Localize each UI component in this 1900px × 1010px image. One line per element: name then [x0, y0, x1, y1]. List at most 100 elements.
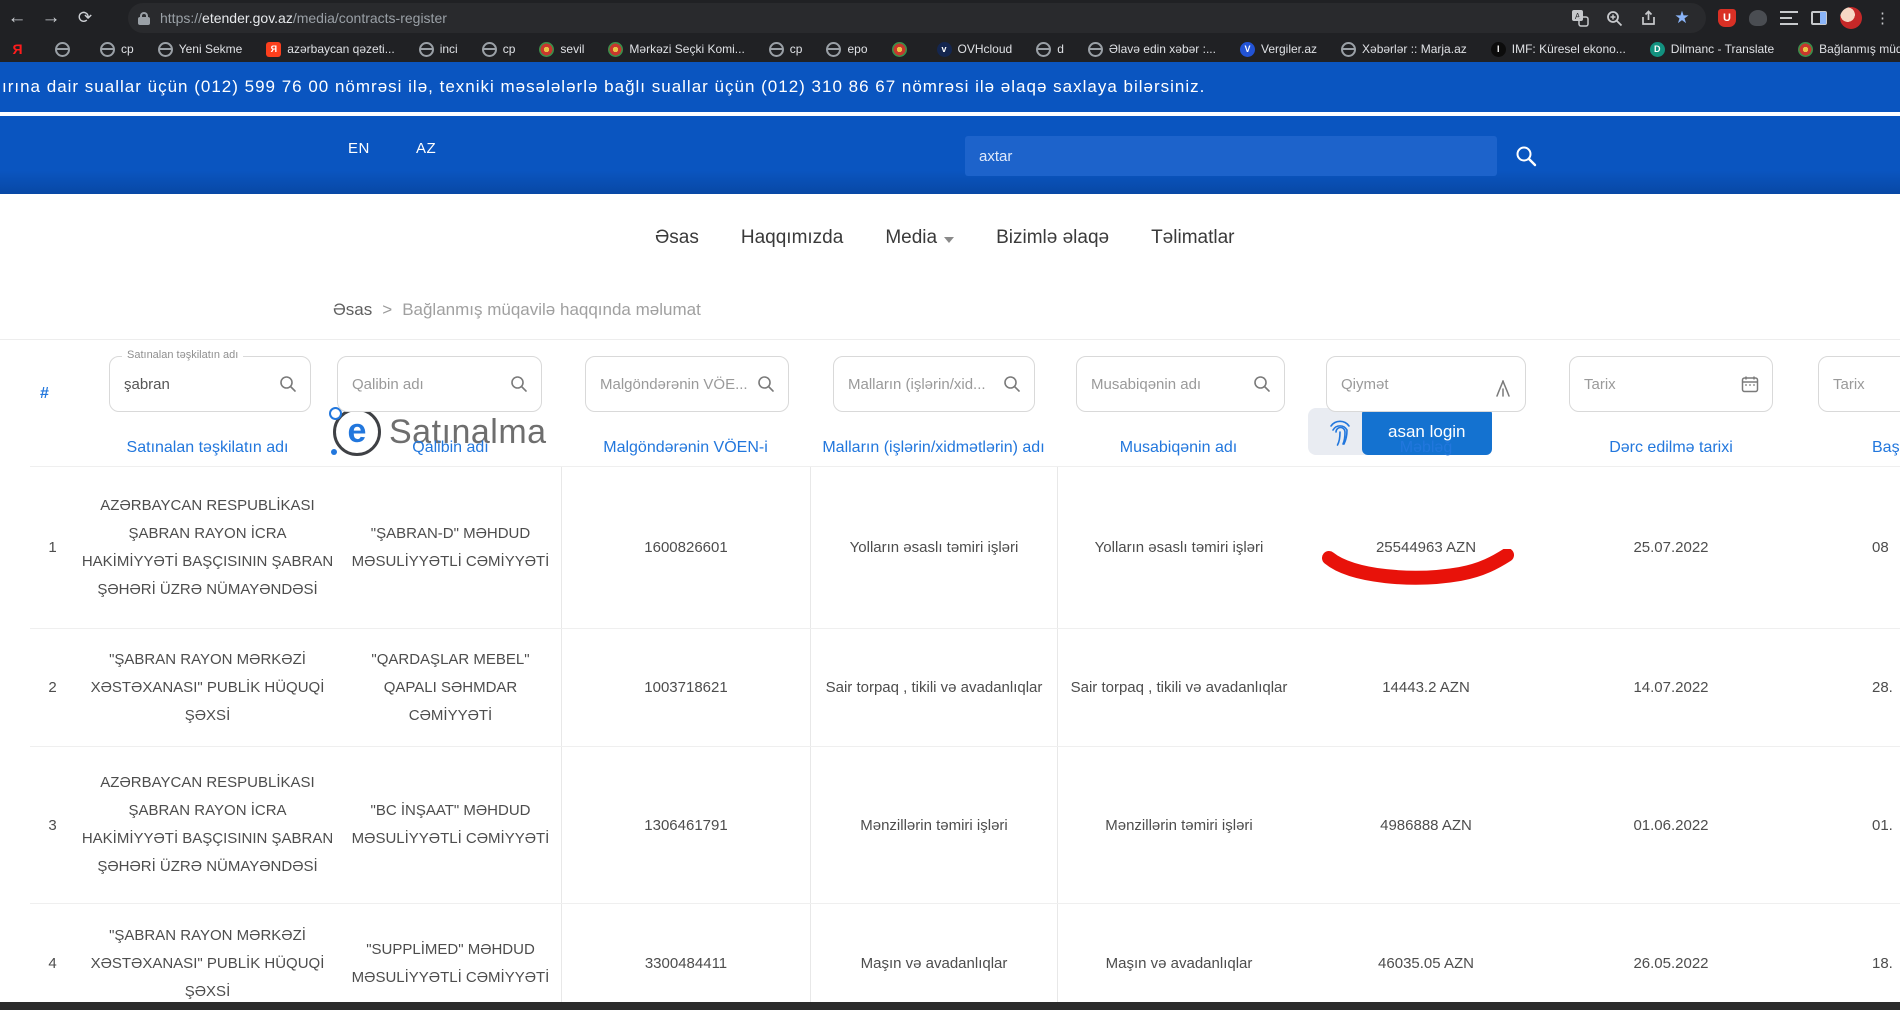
search-icon[interactable] — [756, 374, 776, 394]
breadcrumb-home-link[interactable]: Əsas — [333, 300, 372, 319]
menu-kebab-icon[interactable]: ⋮ — [1875, 9, 1890, 27]
filter-date-to-input[interactable] — [1831, 375, 1900, 394]
filter-tender[interactable] — [1076, 356, 1285, 412]
chevron-down-icon — [944, 237, 954, 243]
side-panel-icon[interactable] — [1811, 11, 1827, 25]
globe-favicon-icon — [55, 42, 70, 57]
bookmark-item[interactable] — [10, 42, 31, 57]
nav-item-esas[interactable]: Əsas — [655, 227, 699, 249]
header-goods: Malların (işlərin/xidmətlərin) adı — [810, 439, 1057, 457]
lang-az-link[interactable]: AZ — [416, 140, 436, 157]
filter-price-input[interactable] — [1339, 375, 1489, 394]
filter-org-input[interactable] — [122, 375, 274, 394]
filter-winner-input[interactable] — [350, 375, 505, 394]
bookmark-item[interactable]: Xəbərlər :: Marja.az — [1341, 42, 1467, 57]
bookmark-item[interactable]: epo — [826, 42, 867, 57]
filter-icon[interactable] — [1493, 378, 1513, 398]
address-bar[interactable]: https://etender.gov.az/media/contracts-r… — [128, 3, 1706, 33]
vergiler-favicon-icon — [1240, 42, 1255, 57]
row-number-header: # — [40, 385, 49, 403]
cell-org: AZƏRBAYCAN RESPUBLİKASI ŞABRAN RAYON İCR… — [75, 492, 340, 604]
globe-favicon-icon — [419, 42, 434, 57]
bookmark-item[interactable]: cp — [100, 42, 134, 57]
filter-price[interactable] — [1326, 356, 1526, 412]
bookmark-item[interactable]: inci — [419, 42, 458, 57]
bookmark-item[interactable]: Vergiler.az — [1240, 42, 1317, 57]
bookmark-item[interactable]: Dilmanc - Translate — [1650, 42, 1774, 57]
search-icon[interactable] — [1514, 144, 1538, 168]
cell-goods: Maşın və avadanlıqlar — [810, 904, 1057, 1010]
nav-item-bizimle-elaqe[interactable]: Bizimlə əlaqə — [996, 227, 1109, 249]
globe-favicon-icon — [482, 42, 497, 57]
header-winner: Qalibin adı — [340, 439, 561, 457]
forward-icon[interactable]: → — [34, 7, 68, 29]
ublock-extension-icon[interactable]: U — [1718, 9, 1736, 27]
bookmark-item[interactable]: azərbaycan qəzeti... — [266, 42, 394, 57]
nav-item-media[interactable]: Media — [885, 227, 954, 249]
bookmark-item[interactable] — [55, 42, 76, 57]
zoom-icon[interactable] — [1604, 8, 1624, 28]
translate-icon[interactable]: A — [1570, 8, 1590, 28]
cell-published: 25.07.2022 — [1552, 539, 1790, 556]
filter-voen[interactable] — [585, 356, 789, 412]
bookmark-item[interactable]: cp — [769, 42, 803, 57]
imf-favicon-icon — [1491, 42, 1506, 57]
reload-icon[interactable]: ⟳ — [68, 8, 102, 28]
search-icon[interactable] — [278, 374, 298, 394]
filter-org[interactable]: Satınalan təşkilatın adı — [109, 356, 311, 412]
lang-en-link[interactable]: EN — [348, 140, 370, 157]
breadcrumb-separator: > — [382, 300, 392, 319]
filter-voen-input[interactable] — [598, 375, 752, 394]
bookmark-item[interactable] — [892, 42, 913, 57]
globe-favicon-icon — [1088, 42, 1103, 57]
filter-goods-input[interactable] — [846, 375, 998, 394]
site-search-input[interactable] — [965, 148, 1497, 165]
bookmark-item[interactable]: Bağlanmış müqavil... — [1798, 42, 1900, 57]
table-row: 4 "ŞABRAN RAYON MƏRKƏZİ XƏSTƏXANASI" PUB… — [30, 904, 1900, 1010]
site-search-box[interactable] — [965, 136, 1497, 176]
bookmark-item[interactable]: sevil — [539, 42, 584, 57]
search-icon[interactable] — [509, 374, 529, 394]
filter-goods[interactable] — [833, 356, 1035, 412]
filter-winner[interactable] — [337, 356, 542, 412]
emblem-favicon-icon — [608, 42, 623, 57]
bookmark-item[interactable]: IMF: Küresel ekono... — [1491, 42, 1626, 57]
extension-icon[interactable] — [1749, 10, 1767, 26]
profile-avatar[interactable] — [1840, 7, 1862, 29]
bookmark-item[interactable]: Mərkəzi Seçki Komi... — [608, 42, 744, 57]
search-icon[interactable] — [1002, 374, 1022, 394]
cell-winner: "QARDAŞLAR MEBEL" QAPALI SƏHMDAR CƏMİYYƏ… — [340, 646, 561, 730]
cell-start: 28. — [1790, 679, 1900, 696]
emblem-favicon-icon — [892, 42, 907, 57]
breadcrumb-row: Əsas>Bağlanmış müqavilə haqqında məlumat — [0, 282, 1900, 340]
yandex-badge-favicon-icon — [266, 42, 281, 57]
cell-num: 2 — [30, 679, 75, 696]
info-banner-text: ırına dair suallar üçün (012) 599 76 00 … — [0, 77, 1205, 97]
ssl-lock-icon — [138, 12, 150, 25]
bookmark-item[interactable]: OVHcloud — [937, 42, 1013, 57]
bookmark-item[interactable]: Əlavə edin xəbər :... — [1088, 42, 1216, 57]
reading-list-icon[interactable] — [1780, 11, 1798, 25]
cell-org: AZƏRBAYCAN RESPUBLİKASI ŞABRAN RAYON İCR… — [75, 769, 340, 881]
bookmark-item[interactable]: d — [1036, 42, 1064, 57]
cell-published: 01.06.2022 — [1552, 817, 1790, 834]
breadcrumb: Əsas>Bağlanmış müqavilə haqqında məlumat — [333, 300, 701, 320]
cell-goods: Yolların əsaslı təmiri işləri — [810, 467, 1057, 628]
header-start: Başla — [1790, 439, 1900, 457]
bookmark-item[interactable]: Yeni Sekme — [158, 42, 243, 57]
filter-date-from[interactable] — [1569, 356, 1773, 412]
calendar-icon[interactable] — [1740, 374, 1760, 394]
back-icon[interactable]: ← — [0, 7, 34, 29]
search-icon[interactable] — [1252, 374, 1272, 394]
filter-date-to[interactable] — [1818, 356, 1900, 412]
filter-tender-input[interactable] — [1089, 375, 1248, 394]
cell-tender: Sair torpaq , tikili və avadanlıqlar — [1057, 629, 1300, 746]
cell-amount: 14443.2 AZN — [1300, 679, 1552, 696]
bookmark-item[interactable]: cp — [482, 42, 516, 57]
filter-date-from-input[interactable] — [1582, 375, 1736, 394]
nav-item-haqqimizda[interactable]: Haqqımızda — [741, 227, 843, 249]
bookmark-star-icon[interactable]: ★ — [1672, 8, 1692, 28]
cell-goods: Mənzillərin təmiri işləri — [810, 747, 1057, 903]
share-icon[interactable] — [1638, 8, 1658, 28]
nav-item-telimatlar[interactable]: Təlimatlar — [1151, 227, 1234, 249]
